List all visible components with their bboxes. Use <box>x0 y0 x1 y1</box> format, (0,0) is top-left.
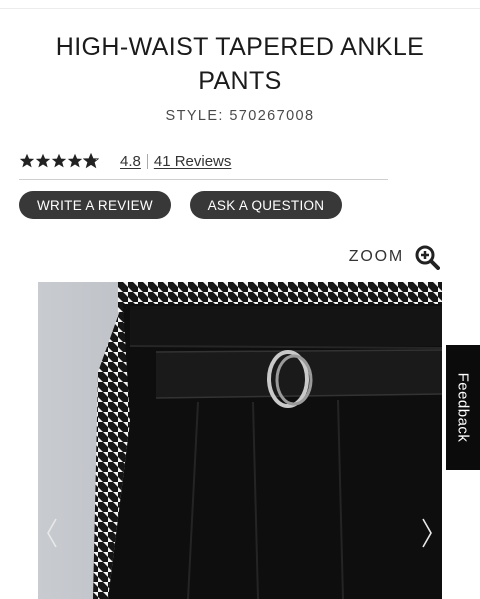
rating-separator <box>146 153 148 169</box>
product-title-line-1: HIGH-WAIST TAPERED ANKLE <box>55 33 425 61</box>
product-title: HIGH-WAIST TAPERED ANKLE PANTS <box>20 30 460 98</box>
top-divider <box>0 8 480 9</box>
zoom-label: ZOOM <box>348 248 404 265</box>
product-image[interactable] <box>38 282 442 599</box>
star-icon <box>35 153 51 168</box>
style-number: STYLE: 570267008 <box>0 108 480 124</box>
zoom-control[interactable]: ZOOM <box>349 244 440 270</box>
write-review-button[interactable]: WRITE A REVIEW <box>19 191 171 219</box>
chevron-right-icon[interactable] <box>417 515 437 551</box>
feedback-tab[interactable]: Feedback <box>446 345 480 470</box>
feedback-label: Feedback <box>454 372 472 443</box>
star-icon <box>19 153 35 168</box>
product-photo-illustration <box>38 282 442 599</box>
ask-question-button[interactable]: ASK A QUESTION <box>190 191 342 219</box>
star-rating <box>19 153 99 169</box>
rating-divider <box>19 179 388 180</box>
style-label: STYLE: <box>165 108 224 124</box>
style-value: 570267008 <box>229 108 315 124</box>
star-icon <box>51 153 67 168</box>
rating-summary: 4.8 41 Reviews <box>19 150 231 172</box>
chevron-left-icon[interactable] <box>42 515 62 551</box>
zoom-in-icon <box>415 245 440 270</box>
star-icon <box>67 153 83 168</box>
star-icon <box>83 153 99 169</box>
product-title-line-2: PANTS <box>198 67 282 95</box>
rating-value-link[interactable]: 4.8 <box>120 153 141 170</box>
reviews-count-link[interactable]: 41 Reviews <box>154 153 232 170</box>
